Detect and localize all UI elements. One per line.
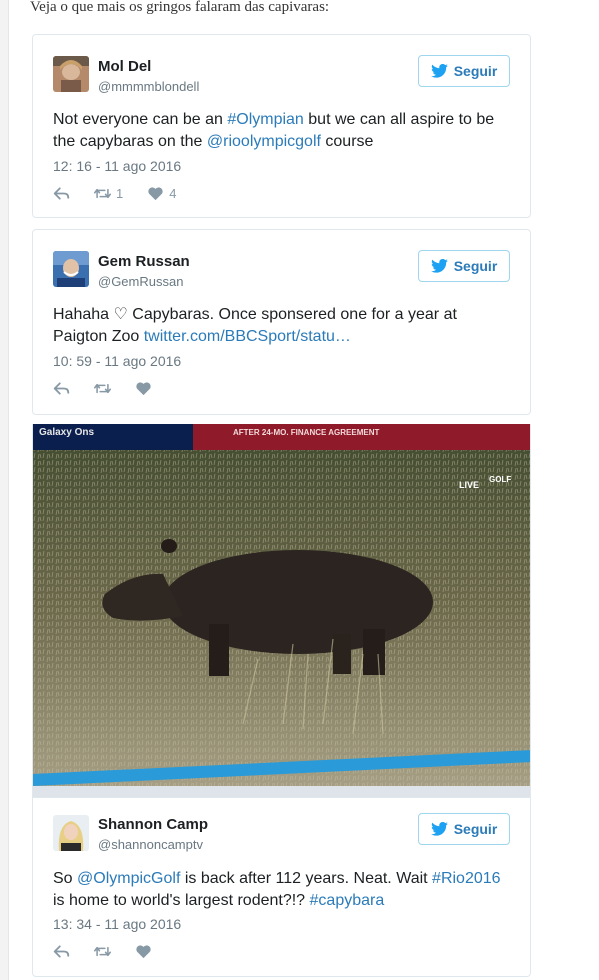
tweet-card: Mol Del @mmmmblondell Seguir Not everyon… [32, 34, 531, 218]
retweet-icon [94, 188, 111, 199]
mention-link[interactable]: @rioolympicgolf [207, 133, 321, 150]
reply-icon [53, 945, 70, 958]
tweet-actions [53, 944, 176, 959]
twitter-bird-icon [430, 259, 448, 273]
url-link[interactable]: twitter.com/BBCSport/statu… [144, 328, 351, 345]
reply-icon [53, 187, 70, 200]
tweet-timestamp[interactable]: 10: 59 - 11 ago 2016 [53, 353, 181, 369]
hashtag-link[interactable]: #Olympian [227, 111, 303, 128]
hashtag-link[interactable]: #Rio2016 [432, 870, 501, 887]
tweet-timestamp[interactable]: 13: 34 - 11 ago 2016 [53, 916, 181, 932]
heart-icon [136, 382, 151, 396]
tweet-actions: 1 4 [53, 186, 200, 201]
retweet-button[interactable]: 1 [94, 186, 123, 201]
follow-label: Seguir [453, 821, 498, 837]
author-handle[interactable]: @GemRussan [98, 274, 183, 289]
retweet-icon [94, 383, 111, 394]
avatar[interactable] [53, 56, 89, 92]
follow-label: Seguir [453, 63, 498, 79]
follow-label: Seguir [453, 258, 498, 274]
avatar[interactable] [53, 251, 89, 287]
reply-button[interactable] [53, 186, 70, 201]
tweet-actions [53, 381, 176, 396]
heart-icon [148, 187, 163, 201]
intro-text: Veja o que mais os gringos falaram das c… [30, 0, 330, 15]
capybara-photo: Galaxy Ons AFTER 24-MO. FINANCE AGREEMEN… [33, 424, 530, 798]
tweet-text: Hahaha ♡ Capybaras. Once sponsered one f… [53, 304, 510, 348]
author-handle[interactable]: @shannoncamptv [98, 837, 203, 852]
avatar[interactable] [53, 815, 89, 851]
like-button[interactable]: 4 [147, 186, 176, 201]
follow-button[interactable]: Seguir [418, 813, 510, 845]
tweet-card: Shannon Camp @shannoncamptv Seguir So @O… [32, 797, 531, 977]
photo-banner-left: Galaxy Ons [39, 427, 94, 438]
retweet-count: 1 [116, 186, 124, 201]
text-segment: is back after 112 years. Neat. Wait [180, 870, 433, 887]
twitter-bird-icon [430, 64, 448, 78]
reply-button[interactable] [53, 381, 70, 396]
text-segment: So [53, 870, 78, 887]
text-segment: is home to world's largest rodent?!? [53, 892, 310, 909]
retweet-button[interactable] [94, 944, 111, 959]
tweet-card: Gem Russan @GemRussan Seguir Hahaha ♡ Ca… [32, 229, 531, 415]
live-badge: LIVE [459, 480, 479, 490]
author-name[interactable]: Shannon Camp [98, 816, 208, 833]
like-button[interactable] [135, 944, 152, 959]
tweet-text: Not everyone can be an #Olympian but we … [53, 109, 510, 153]
author-handle[interactable]: @mmmmblondell [98, 79, 199, 94]
author-name[interactable]: Gem Russan [98, 253, 190, 270]
page-left-border [0, 0, 9, 980]
like-count: 4 [169, 186, 177, 201]
like-button[interactable] [135, 381, 152, 396]
tweet-timestamp[interactable]: 12: 16 - 11 ago 2016 [53, 158, 181, 174]
reply-button[interactable] [53, 944, 70, 959]
twitter-bird-icon [430, 822, 448, 836]
network-logo: GOLF [489, 475, 511, 484]
mention-link[interactable]: @OlympicGolf [77, 870, 180, 887]
heart-icon [136, 945, 151, 959]
hashtag-link[interactable]: #capybara [310, 892, 385, 909]
retweet-icon [94, 946, 111, 957]
author-name[interactable]: Mol Del [98, 58, 151, 75]
text-segment: course [320, 133, 374, 150]
follow-button[interactable]: Seguir [418, 55, 510, 87]
text-segment: Not everyone can be an [53, 111, 228, 128]
reply-icon [53, 382, 70, 395]
retweet-button[interactable] [94, 381, 111, 396]
tweet-text: So @OlympicGolf is back after 112 years.… [53, 868, 510, 912]
photo-banner-center: AFTER 24-MO. FINANCE AGREEMENT [233, 428, 379, 437]
tweet-photo[interactable]: Galaxy Ons AFTER 24-MO. FINANCE AGREEMEN… [32, 424, 531, 798]
follow-button[interactable]: Seguir [418, 250, 510, 282]
